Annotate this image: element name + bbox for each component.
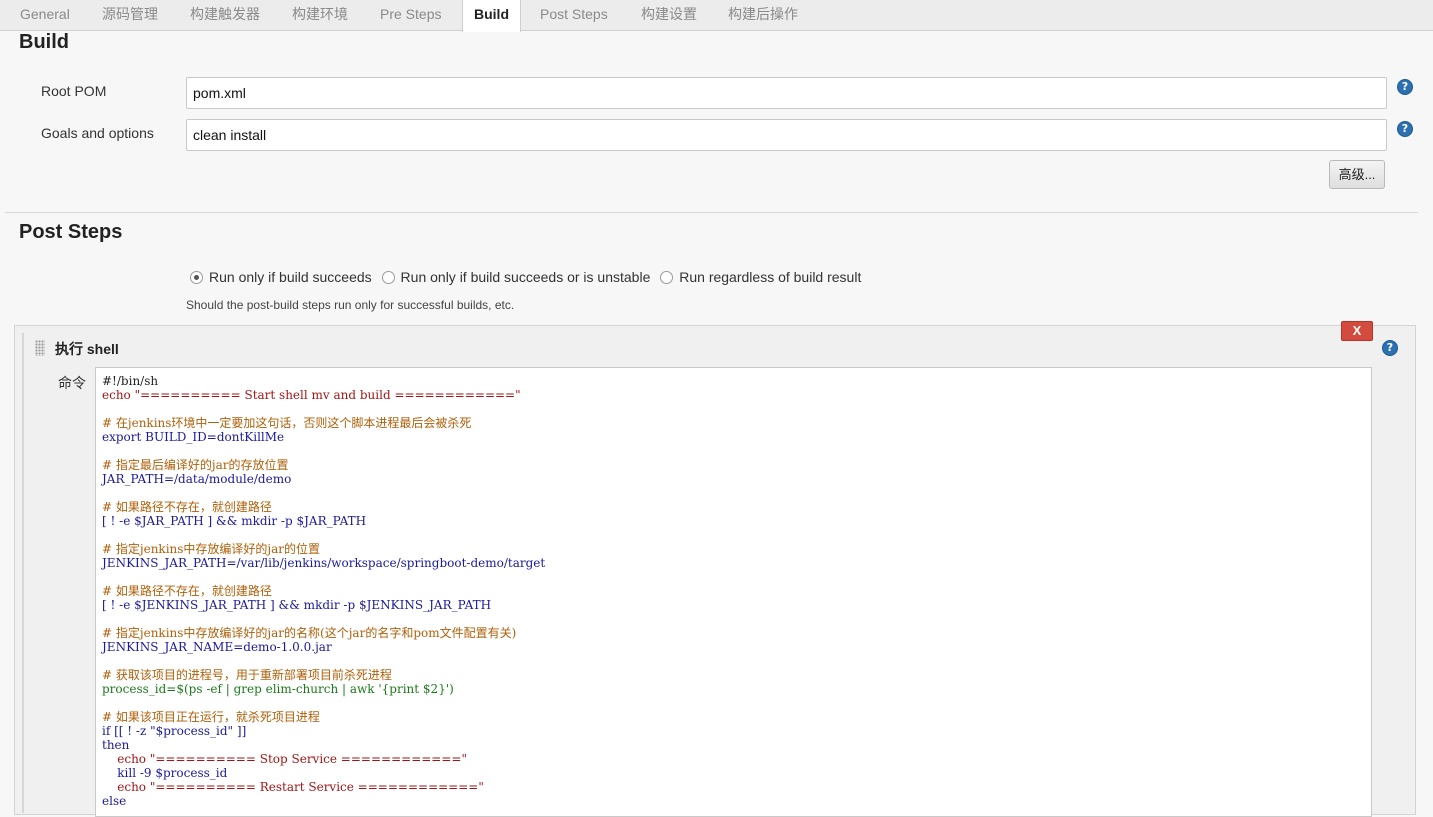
tab-post-build-actions[interactable]: 构建后操作 (728, 0, 798, 31)
radio-button[interactable] (660, 271, 674, 284)
help-icon[interactable]: ? (1397, 79, 1413, 95)
tab-build-triggers[interactable]: 构建触发器 (190, 0, 260, 31)
tab-build-settings[interactable]: 构建设置 (641, 0, 697, 31)
code-line: if [[ ! -z "$process_id" ]] (102, 724, 247, 738)
code-line: process_id=$(ps -ef | grep elim-church |… (102, 682, 454, 696)
command-label: 命令 (58, 375, 86, 391)
command-editor[interactable]: #!/bin/sh echo "========== Start shell mv… (95, 367, 1372, 817)
post-steps-section-title: Post Steps (19, 221, 123, 243)
code-line: # 指定jenkins中存放编译好的jar的位置 (102, 542, 321, 556)
post-steps-condition-group: Run only if build succeeds Run only if b… (190, 269, 867, 285)
command-code: #!/bin/sh echo "========== Start shell mv… (102, 374, 545, 808)
radio-button[interactable] (190, 271, 203, 284)
code-line: JENKINS_JAR_NAME=demo-1.0.0.jar (102, 640, 332, 654)
code-line: [ ! -e $JENKINS_JAR_PATH ] && mkdir -p $… (102, 598, 492, 612)
code-line: [ ! -e $JAR_PATH ] && mkdir -p $JAR_PATH (102, 514, 367, 528)
code-line: # 获取该项目的进程号，用于重新部署项目前杀死进程 (102, 668, 392, 682)
config-tab-bar: General 源码管理 构建触发器 构建环境 Pre Steps Build … (0, 0, 1433, 32)
code-line: echo "========== Stop Service ==========… (102, 752, 467, 766)
radio-option-succeeds-or-unstable[interactable]: Run only if build succeeds or is unstabl… (381, 269, 650, 285)
code-line: JAR_PATH=/data/module/demo (102, 472, 292, 486)
step-panel-border (22, 333, 24, 813)
delete-step-button[interactable]: X (1341, 321, 1373, 341)
help-icon[interactable]: ? (1382, 340, 1398, 356)
code-line: #!/bin/sh (102, 374, 159, 388)
shell-step-title: 执行 shell (55, 341, 119, 357)
tab-source-control[interactable]: 源码管理 (102, 0, 158, 31)
code-line: # 如果该项目正在运行，就杀死项目进程 (102, 710, 320, 724)
code-line: echo "========== Start shell mv and buil… (102, 388, 521, 402)
radio-option-regardless[interactable]: Run regardless of build result (660, 269, 861, 285)
tab-pre-steps[interactable]: Pre Steps (380, 0, 441, 31)
code-line: # 如果路径不存在，就创建路径 (102, 500, 272, 514)
code-line: # 指定最后编译好的jar的存放位置 (102, 458, 289, 472)
root-pom-label: Root POM (41, 83, 107, 99)
drag-handle-icon[interactable] (35, 340, 45, 356)
code-line: # 在jenkins环境中一定要加这句话，否则这个脚本进程最后会被杀死 (102, 416, 472, 430)
code-line: kill -9 $process_id (102, 766, 228, 780)
code-line: # 指定jenkins中存放编译好的jar的名称(这个jar的名字和pom文件配… (102, 626, 517, 640)
code-line: # 如果路径不存在，就创建路径 (102, 584, 272, 598)
goals-label: Goals and options (41, 125, 154, 141)
root-pom-input[interactable] (186, 77, 1387, 109)
code-line: export BUILD_ID=dontKillMe (102, 430, 285, 444)
tab-general[interactable]: General (20, 0, 70, 31)
section-divider (5, 212, 1418, 213)
help-icon[interactable]: ? (1397, 121, 1413, 137)
tab-build[interactable]: Build (462, 0, 521, 32)
code-line: then (102, 738, 130, 752)
code-line: JENKINS_JAR_PATH=/var/lib/jenkins/worksp… (102, 556, 546, 570)
advanced-button[interactable]: 高级... (1329, 160, 1385, 189)
radio-button[interactable] (381, 271, 395, 284)
tab-post-steps[interactable]: Post Steps (540, 0, 608, 31)
tab-build-environment[interactable]: 构建环境 (292, 0, 348, 31)
radio-option-succeeds[interactable]: Run only if build succeeds (190, 269, 372, 285)
build-section-title: Build (19, 31, 69, 53)
code-line: echo "========== Restart Service =======… (102, 780, 484, 794)
goals-input[interactable] (186, 119, 1387, 151)
post-steps-description: Should the post-build steps run only for… (186, 298, 515, 312)
